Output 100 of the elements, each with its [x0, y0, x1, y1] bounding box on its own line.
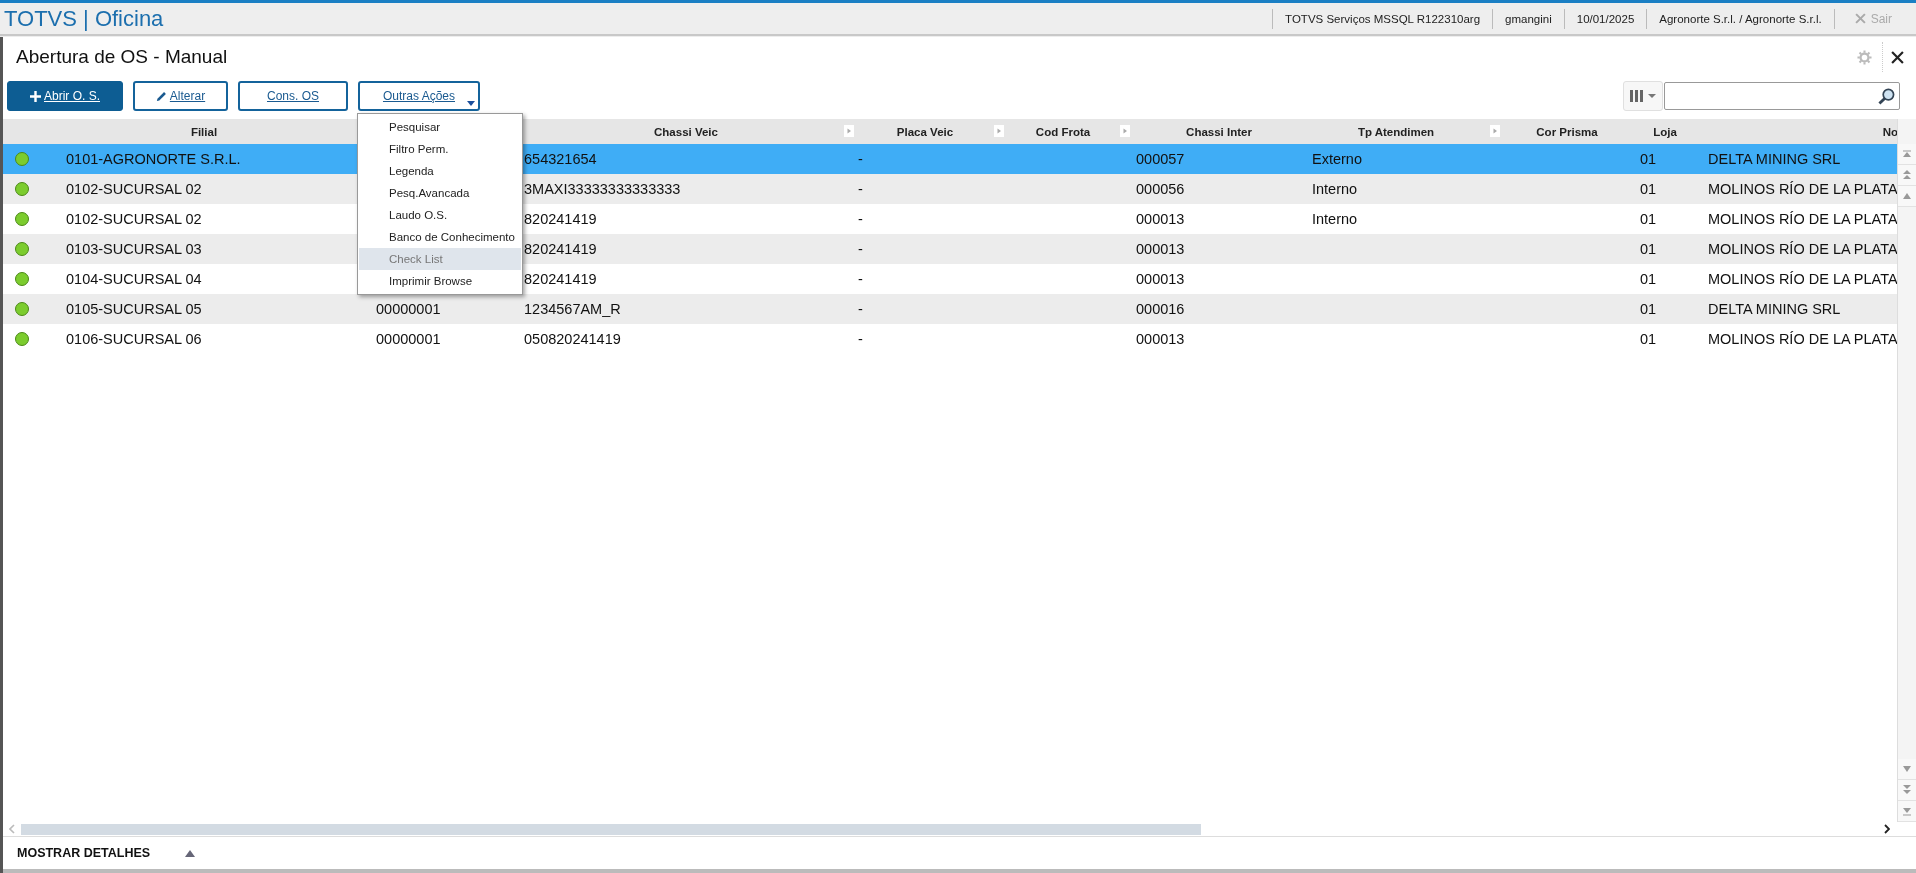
column-header[interactable]: Chassi Inter: [1186, 125, 1252, 138]
table-cell: 000016: [1136, 301, 1185, 317]
table-cell: -: [858, 271, 863, 287]
status-text: gmangini: [1505, 12, 1552, 25]
table-cell: -: [858, 241, 863, 257]
caret-icon: [467, 101, 475, 106]
menu-item[interactable]: Pesq.Avancada: [359, 182, 521, 204]
menu-item[interactable]: Pesquisar: [359, 116, 521, 138]
column-header[interactable]: Filial: [190, 125, 218, 138]
table-cell: -: [858, 151, 863, 167]
table-cell: 01: [1640, 331, 1657, 347]
scroll-up-icon[interactable]: [1898, 186, 1916, 207]
status-text: 10/01/2025: [1576, 12, 1635, 25]
close-icon: [1854, 13, 1866, 24]
scroll-down-icon[interactable]: [1898, 759, 1916, 780]
table-cell: 000056: [1136, 181, 1185, 197]
table-cell: 0101-AGRONORTE S.R.L.: [66, 151, 241, 167]
column-header[interactable]: Placa Veic: [896, 125, 954, 138]
page-up-icon[interactable]: [1898, 165, 1916, 186]
table-cell: 0104-SUCURSAL 04: [66, 271, 202, 287]
menu-item[interactable]: Check List: [359, 248, 521, 270]
table-cell: 000057: [1136, 151, 1185, 167]
menu-item[interactable]: Imprimir Browse: [359, 270, 521, 292]
table-cell: -: [858, 181, 863, 197]
search-icon[interactable]: [1878, 87, 1895, 105]
table-cell: 0106-SUCURSAL 06: [66, 331, 202, 347]
table-cell: 01: [1640, 151, 1657, 167]
table-cell: MOLINOS RÍO DE LA PLATA: [1708, 271, 1897, 287]
table-cell: 01: [1640, 181, 1657, 197]
sort-arrow-icon[interactable]: [1490, 125, 1500, 137]
toolbar-button[interactable]: Abrir O. S.: [7, 81, 123, 111]
table-cell: 0102-SUCURSAL 02: [66, 181, 202, 197]
plus-icon: [30, 90, 41, 102]
table-cell: 1234567AM_R: [524, 301, 621, 317]
table-cell: 820241419: [524, 211, 597, 227]
column-header[interactable]: Chassi Veic: [654, 125, 718, 138]
column-header[interactable]: Cod Frota: [1035, 125, 1091, 138]
page-down-icon[interactable]: [1898, 780, 1916, 801]
toolbar-button[interactable]: Alterar: [133, 81, 228, 111]
expand-icon[interactable]: [185, 849, 195, 857]
menu-item[interactable]: Banco de Conhecimento: [359, 226, 521, 248]
table-cell: DELTA MINING SRL: [1708, 301, 1841, 317]
vertical-scrollbar[interactable]: [1897, 119, 1916, 822]
table-cell: MOLINOS RÍO DE LA PLATA: [1708, 181, 1897, 197]
table-cell: 01: [1640, 211, 1657, 227]
columns-button[interactable]: [1623, 81, 1663, 111]
table-cell: -: [858, 331, 863, 347]
table-cell: 000013: [1136, 271, 1185, 287]
table-cell: 050820241419: [524, 331, 621, 347]
table-cell: 0103-SUCURSAL 03: [66, 241, 202, 257]
table-cell: 00000001: [376, 331, 441, 347]
table-cell: 01: [1640, 271, 1657, 287]
details-toggle[interactable]: MOSTRAR DETALHES: [17, 846, 185, 860]
table-cell: 000013: [1136, 241, 1185, 257]
status-text: TOTVS Serviços MSSQL R122310arg: [1285, 12, 1481, 25]
status-text: Agronorte S.r.l. / Agronorte S.r.l.: [1659, 12, 1822, 25]
column-header[interactable]: Tp Atendimen: [1357, 125, 1435, 138]
column-header[interactable]: Cor Prisma: [1536, 125, 1598, 138]
scroll-bottom-icon[interactable]: [1898, 801, 1916, 822]
settings-icon[interactable]: [1857, 49, 1872, 65]
table-cell: 0102-SUCURSAL 02: [66, 211, 202, 227]
table-cell: MOLINOS RÍO DE LA PLATA: [1708, 331, 1897, 347]
search-field[interactable]: [1664, 82, 1900, 110]
table-cell: 820241419: [524, 271, 597, 287]
table-cell: Interno: [1312, 211, 1358, 227]
close-icon[interactable]: [1891, 50, 1904, 64]
table-cell: -: [858, 211, 863, 227]
scroll-top-icon[interactable]: [1898, 144, 1916, 165]
table-cell: 820241419: [524, 241, 597, 257]
table-cell: Interno: [1312, 181, 1358, 197]
columns-icon: [1630, 90, 1656, 102]
table-cell: MOLINOS RÍO DE LA PLATA: [1708, 211, 1897, 227]
menu-item[interactable]: Filtro Perm.: [359, 138, 521, 160]
table-cell: 00000001: [376, 301, 441, 317]
table-cell: MOLINOS RÍO DE LA PLATA: [1708, 241, 1897, 257]
sort-arrow-icon[interactable]: [994, 125, 1004, 137]
toolbar-button[interactable]: Cons. OS: [238, 81, 348, 111]
app-title: TOTVS | Oficina: [4, 5, 164, 32]
table-cell: 000013: [1136, 331, 1185, 347]
toolbar-button[interactable]: Outras Ações: [358, 81, 480, 111]
pencil-icon: [155, 90, 167, 102]
column-header[interactable]: Loja: [1653, 125, 1677, 138]
column-header[interactable]: No: [1882, 125, 1897, 138]
table-cell: 01: [1640, 301, 1657, 317]
table-cell: Externo: [1312, 151, 1362, 167]
table-cell: -: [858, 301, 863, 317]
table-cell: DELTA MINING SRL: [1708, 151, 1841, 167]
menu-item[interactable]: Laudo O.S.: [359, 204, 521, 226]
sort-arrow-icon[interactable]: [844, 125, 854, 137]
page-title: Abertura de OS - Manual: [16, 46, 228, 68]
table-cell: 000013: [1136, 211, 1185, 227]
table-cell: 01: [1640, 241, 1657, 257]
scroll-left-icon[interactable]: [9, 824, 15, 834]
scroll-right-icon[interactable]: [1884, 824, 1890, 834]
table-cell: 0105-SUCURSAL 05: [66, 301, 202, 317]
table-cell: 3MAXI33333333333333: [524, 181, 681, 197]
scrollbar-thumb[interactable]: [21, 823, 1201, 835]
table-cell: 654321654: [524, 151, 597, 167]
menu-item[interactable]: Legenda: [359, 160, 521, 182]
sort-arrow-icon[interactable]: [1120, 125, 1130, 137]
